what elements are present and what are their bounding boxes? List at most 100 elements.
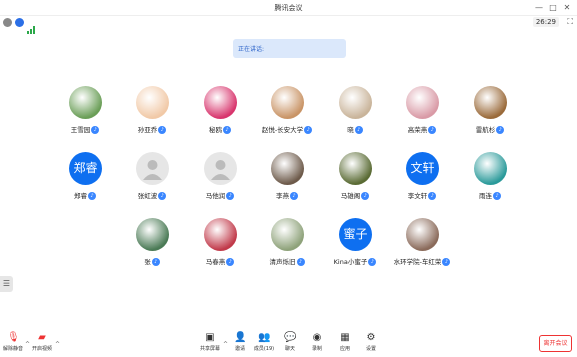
participant-tile[interactable]: 晓 ♪ [325,86,385,142]
side-panel-toggle-icon[interactable]: ☰ [0,276,13,292]
avatar [271,152,304,185]
mic-muted-icon: ♪ [88,192,96,200]
participant-tile[interactable]: 李燕 ♪ [257,152,317,208]
mic-muted-icon: ♪ [226,258,235,266]
participant-name-row: Kina小蜜子 ♪ [325,256,385,266]
leave-meeting-button[interactable]: 离开会议 [539,335,572,352]
info-icon[interactable] [3,18,12,27]
participant-name: 王雪园 [70,126,91,134]
participant-name: 清声烁旧 [269,258,296,266]
participant-name: 李燕 [276,192,289,200]
apps-button[interactable]: ▦ 应用 [332,332,358,352]
avatar [474,86,507,119]
start-video-button[interactable]: ▰ 开启视频 [29,332,55,352]
participant-name: 高荣燕 [407,126,428,134]
participant-tile[interactable]: 赵悦-长安大学 ♪ [257,86,317,142]
participant-name: 晓 [347,126,354,134]
status-bar: 26:29 ⛶ [0,16,577,34]
participant-name: 郑睿 [74,192,87,200]
participant-name-row: 马雄阁 ♪ [325,190,385,200]
participant-tile[interactable]: 马春燕 ♪ [190,218,250,274]
participant-tile[interactable]: 高荣燕 ♪ [392,86,452,142]
participant-name: 马春燕 [205,258,226,266]
bottom-toolbar: 🎙 解除静音 ^ ▰ 开启视频 ^ ▣ 共享屏幕 ^ 👤 邀请 👥 成员(19)… [0,331,577,357]
chat-button[interactable]: 💬 聊天 [277,332,303,352]
mic-muted-icon: ♪ [368,258,377,266]
avatar [339,86,372,119]
signal-icon[interactable] [27,19,35,34]
unmute-button[interactable]: 🎙 解除静音 [0,332,26,352]
participant-tile[interactable]: 王雪园 ♪ [55,86,115,142]
avatar: 郑睿 [69,152,102,185]
participant-name: Kina小蜜子 [333,258,368,266]
settings-button[interactable]: ⚙ 设置 [358,332,384,352]
window-title: 腾讯会议 [274,4,303,12]
record-icon: ◉ [312,332,322,343]
mic-muted-icon: ♪ [361,192,370,200]
mic-muted-icon: 🎙 [7,332,20,343]
mic-muted-icon: ♪ [428,192,437,200]
gear-icon: ⚙ [366,332,376,343]
chevron-up-icon[interactable]: ^ [55,341,60,348]
mic-muted-icon: ♪ [223,126,231,134]
participant-name-row: 张 ♪ [122,256,182,266]
avatar [204,86,237,119]
participant-name-row: 清声烁旧 ♪ [257,256,317,266]
close-icon[interactable]: ✕ [561,2,573,14]
participant-name: 雨连 [479,192,492,200]
participant-name-row: 雷航杉 ♪ [460,124,520,134]
participant-tile[interactable]: 雨连 ♪ [460,152,520,208]
mic-muted-icon: ♪ [428,126,437,134]
avatar [136,86,169,119]
avatar [406,86,439,119]
minimize-icon[interactable]: — [533,2,545,14]
avatar [474,152,507,185]
invite-button[interactable]: 👤 邀请 [227,332,253,352]
participant-name: 张 [144,258,151,266]
record-button[interactable]: ◉ 录制 [304,332,330,352]
participant-name: 张虹波 [137,192,158,200]
participant-name: 孙亚乔 [137,126,158,134]
mic-muted-icon: ♪ [151,258,160,266]
participant-tile[interactable]: 张虹波 ♪ [122,152,182,208]
participant-tile[interactable]: 孙亚乔 ♪ [122,86,182,142]
mic-muted-icon: ♪ [496,126,505,134]
mic-muted-icon: ♪ [442,258,451,266]
avatar [69,86,102,119]
participant-tile[interactable]: 蜜子 Kina小蜜子 ♪ [325,218,385,274]
avatar [271,218,304,251]
participant-name-row: 郑睿 ♪ [55,190,115,200]
participant-tile[interactable]: 郑睿 郑睿 ♪ [55,152,115,208]
share-screen-icon: ▣ [205,332,215,343]
avatar [136,152,169,185]
participant-tile[interactable]: 水环学院-车红荣 ♪ [392,218,452,274]
avatar [204,152,237,185]
share-screen-button[interactable]: ▣ 共享屏幕 [197,332,223,352]
participant-tile[interactable]: 文轩 李文轩 ♪ [392,152,452,208]
window-titlebar: 腾讯会议 — □ ✕ [0,0,577,16]
camera-off-icon: ▰ [38,332,46,343]
participant-tile[interactable]: 秘鸥 ♪ [190,86,250,142]
participant-tile[interactable]: 马他润 ♪ [190,152,250,208]
participant-tile[interactable]: 张 ♪ [122,218,182,274]
shield-icon[interactable] [15,18,24,27]
participant-name: 李文轩 [407,192,428,200]
participant-tile[interactable]: 清声烁旧 ♪ [257,218,317,274]
mic-muted-icon: ♪ [158,126,167,134]
maximize-icon[interactable]: □ [547,2,559,14]
participant-name-row: 马他润 ♪ [190,190,250,200]
participant-name-row: 秘鸥 ♪ [190,124,250,134]
participant-name-row: 赵悦-长安大学 ♪ [257,124,317,134]
participant-name-row: 李燕 ♪ [257,190,317,200]
fullscreen-icon[interactable]: ⛶ [567,17,573,27]
participant-name: 马雄阁 [340,192,361,200]
members-button[interactable]: 👥 成员(19) [251,332,277,352]
mic-muted-icon: ♪ [304,126,313,134]
participant-tile[interactable]: 马雄阁 ♪ [325,152,385,208]
participant-tile[interactable]: 雷航杉 ♪ [460,86,520,142]
mic-muted-icon: ♪ [290,192,298,200]
avatar [136,218,169,251]
members-icon: 👥 [258,332,271,343]
participant-name-row: 张虹波 ♪ [122,190,182,200]
participant-name: 雷航杉 [475,126,496,134]
